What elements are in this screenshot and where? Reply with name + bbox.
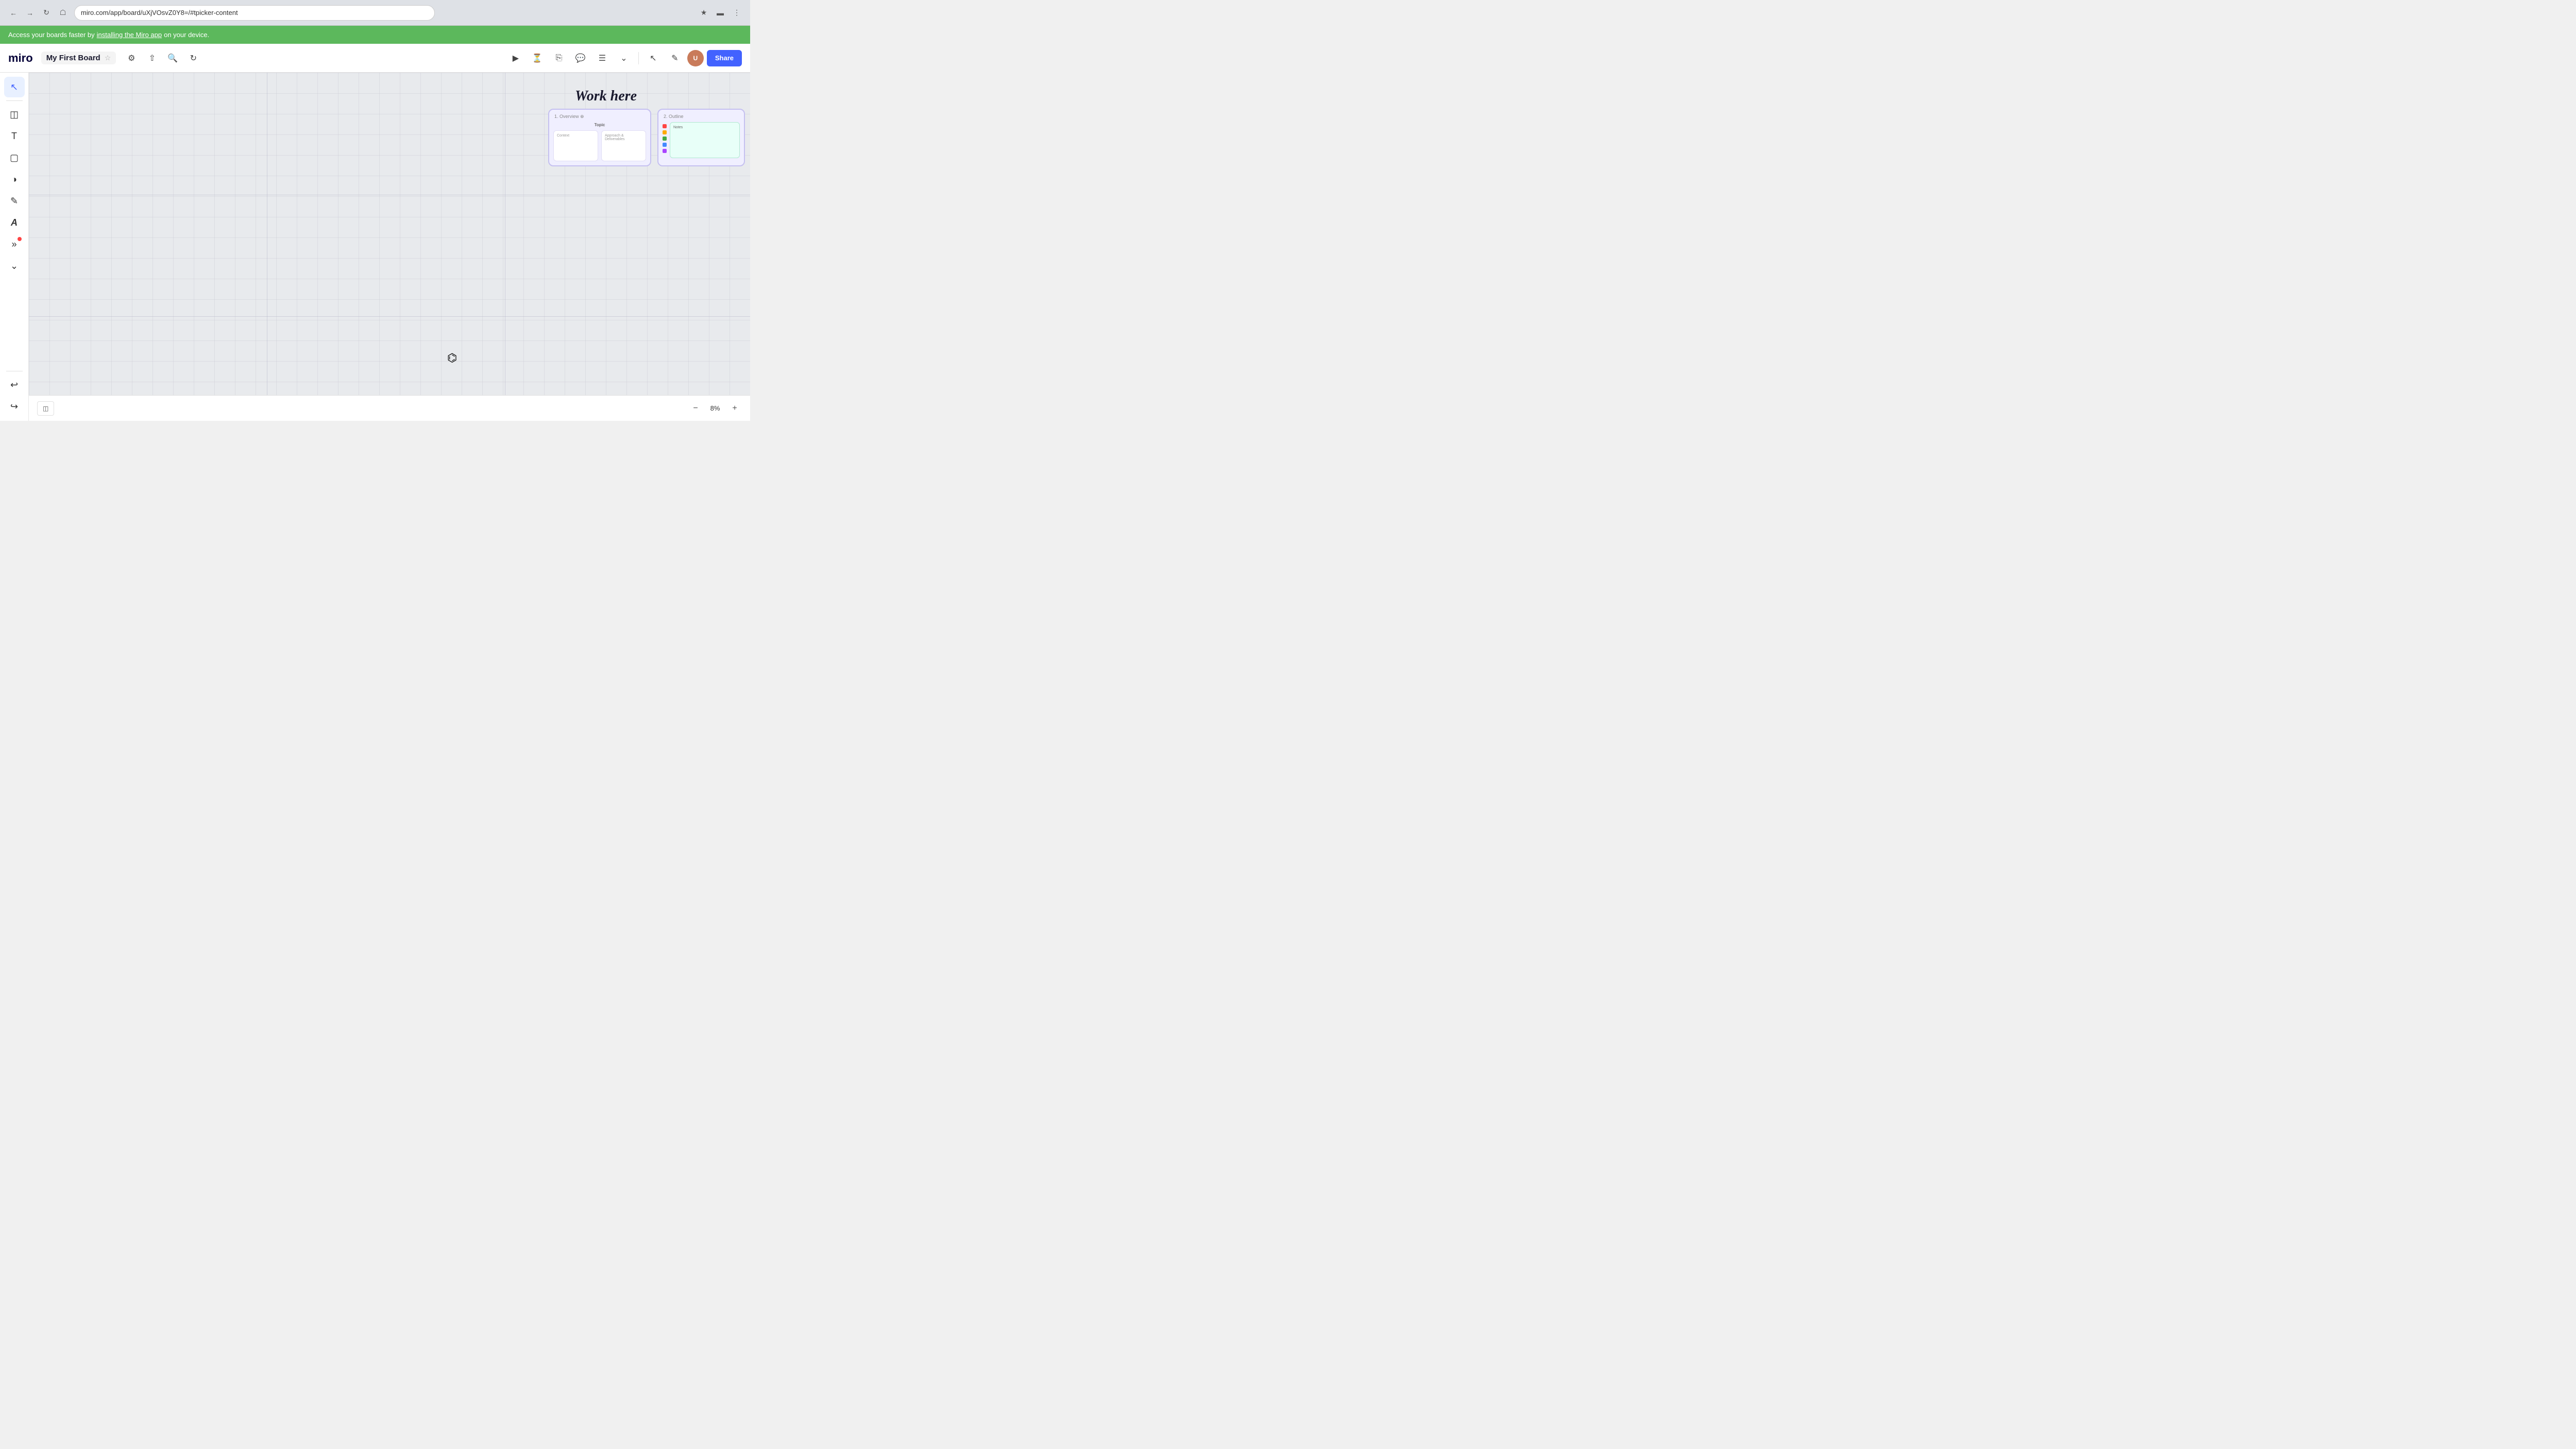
undo-icon: ↩ [10, 380, 18, 390]
screen-share-button[interactable]: ⎘ [550, 49, 568, 67]
undo-button[interactable]: ↩ [4, 374, 25, 395]
shapes-button[interactable]: ◑ [4, 169, 25, 190]
header-separator [638, 52, 639, 64]
frame-2-content-title: Notes [673, 126, 736, 129]
board-title-area: My First Board ☆ [41, 52, 116, 64]
color-dot-5 [663, 149, 667, 153]
pen-button[interactable]: ✎ [4, 191, 25, 211]
address-bar[interactable]: miro.com/app/board/uXjVOsvZ0Y8=/#tpicker… [74, 5, 435, 21]
pen-icon: ✎ [10, 196, 18, 207]
arrow-right-button[interactable]: ▶ [506, 49, 525, 67]
menu-button[interactable]: ⋮ [730, 6, 744, 20]
more-tools-button[interactable]: » [4, 234, 25, 254]
url-text: miro.com/app/board/uXjVOsvZ0Y8=/#tpicker… [81, 9, 238, 16]
list-button[interactable]: ☰ [593, 49, 612, 67]
sticky-note-icon: ▢ [10, 152, 19, 163]
bottom-bar: ◫ − 8% + [29, 395, 750, 421]
forward-button[interactable]: → [23, 6, 37, 20]
header-toolbar: ⚙ ⇧ 🔍 ↻ [122, 49, 202, 67]
redo-button[interactable]: ↪ [4, 396, 25, 417]
sidebar-divider-1 [6, 100, 23, 101]
bookmark-button[interactable]: ★ [697, 6, 711, 20]
search-button[interactable]: 🔍 [163, 49, 182, 67]
expand-icon: ⌄ [10, 261, 18, 271]
color-dot-2 [663, 130, 667, 134]
select-icon: ↖ [10, 82, 18, 93]
install-link[interactable]: installing the Miro app [97, 31, 162, 39]
canvas-divider-h2 [29, 316, 750, 317]
install-banner: Access your boards faster by installing … [0, 26, 750, 44]
text-icon: T [11, 131, 17, 142]
board-title: My First Board [46, 54, 100, 62]
app-header: miro My First Board ☆ ⚙ ⇧ 🔍 ↻ ▶ ⏳ ⎘ 💬 ☰ … [0, 44, 750, 73]
frame-2-card[interactable]: Notes [670, 122, 740, 158]
star-icon[interactable]: ☆ [105, 54, 111, 62]
avatar[interactable]: U [687, 50, 704, 66]
color-dot-3 [663, 137, 667, 141]
zoom-level: 8% [707, 404, 723, 412]
zoom-controls: − 8% + [688, 401, 742, 416]
shapes-icon: ◑ [11, 174, 17, 185]
format-text-icon: A [11, 217, 18, 228]
notification-dot [18, 237, 22, 241]
frame-1-content-title: Topic [553, 123, 646, 127]
card-1-label: Context [557, 134, 595, 138]
miro-logo[interactable]: miro [8, 52, 33, 65]
zoom-out-button[interactable]: − [688, 401, 703, 416]
cursor-hand: ⌬ [447, 351, 457, 365]
comment-button[interactable]: 💬 [571, 49, 590, 67]
redo-icon: ↪ [10, 401, 18, 412]
pen-tool-header-button[interactable]: ✎ [666, 49, 684, 67]
frame-1-card-1[interactable]: Context [553, 130, 598, 161]
sticky-note-button[interactable]: ▢ [4, 147, 25, 168]
color-dot-4 [663, 143, 667, 147]
left-sidebar: ↖ ◫ T ▢ ◑ ✎ A » ⌄ ↩ [0, 73, 29, 421]
frames-tool-button[interactable]: ◫ [4, 104, 25, 125]
frames-container: 1. Overview ⊕ Topic Context Approach & D… [548, 109, 745, 166]
timer-button[interactable]: ⏳ [528, 49, 547, 67]
banner-suffix: on your device. [164, 31, 209, 39]
browser-actions: ★ ▬ ⋮ [697, 6, 744, 20]
back-button[interactable]: ← [6, 6, 21, 20]
home-button[interactable]: ☖ [56, 6, 70, 20]
select-tool-button[interactable]: ↖ [4, 77, 25, 97]
frames-panel-icon: ◫ [43, 405, 48, 412]
main-layout: ↖ ◫ T ▢ ◑ ✎ A » ⌄ ↩ [0, 73, 750, 421]
banner-text: Access your boards faster by [8, 31, 95, 39]
frame-1-title: 1. Overview ⊕ [553, 114, 646, 120]
frames-panel-button[interactable]: ◫ [37, 401, 54, 416]
expand-sidebar-button[interactable]: ⌄ [4, 255, 25, 276]
frame-1-card-2[interactable]: Approach & Deliverables [601, 130, 646, 161]
refresh-button[interactable]: ↻ [39, 6, 54, 20]
text-tool-button[interactable]: T [4, 126, 25, 146]
card-2-label: Approach & Deliverables [605, 134, 642, 141]
cursor-mode-button[interactable]: ↖ [644, 49, 663, 67]
share-button[interactable]: Share [707, 50, 742, 66]
color-dots [663, 122, 667, 158]
zoom-in-button[interactable]: + [727, 401, 742, 416]
browser-chrome: ← → ↻ ☖ miro.com/app/board/uXjVOsvZ0Y8=/… [0, 0, 750, 26]
upload-button[interactable]: ⇧ [143, 49, 161, 67]
frames-icon: ◫ [10, 109, 19, 120]
frame-2[interactable]: 2. Outline Notes [657, 109, 745, 166]
logo-text: miro [8, 52, 33, 65]
sync-button[interactable]: ↻ [184, 49, 202, 67]
browser-nav-buttons: ← → ↻ ☖ [6, 6, 70, 20]
canvas-area[interactable]: Work here 1. Overview ⊕ Topic Context Ap… [29, 73, 750, 421]
frame-1[interactable]: 1. Overview ⊕ Topic Context Approach & D… [548, 109, 651, 166]
extensions-button[interactable]: ▬ [713, 6, 727, 20]
frame-2-inner: Notes [663, 122, 740, 158]
frame-2-title: 2. Outline [663, 114, 740, 119]
frame-1-cards: Context Approach & Deliverables [553, 130, 646, 161]
color-dot-1 [663, 124, 667, 128]
header-right: ▶ ⏳ ⎘ 💬 ☰ ⌄ ↖ ✎ U Share [506, 49, 742, 67]
format-text-button[interactable]: A [4, 212, 25, 233]
more-header-button[interactable]: ⌄ [615, 49, 633, 67]
more-tools-icon: » [11, 239, 16, 250]
work-here-text: Work here [575, 88, 637, 105]
settings-button[interactable]: ⚙ [122, 49, 141, 67]
